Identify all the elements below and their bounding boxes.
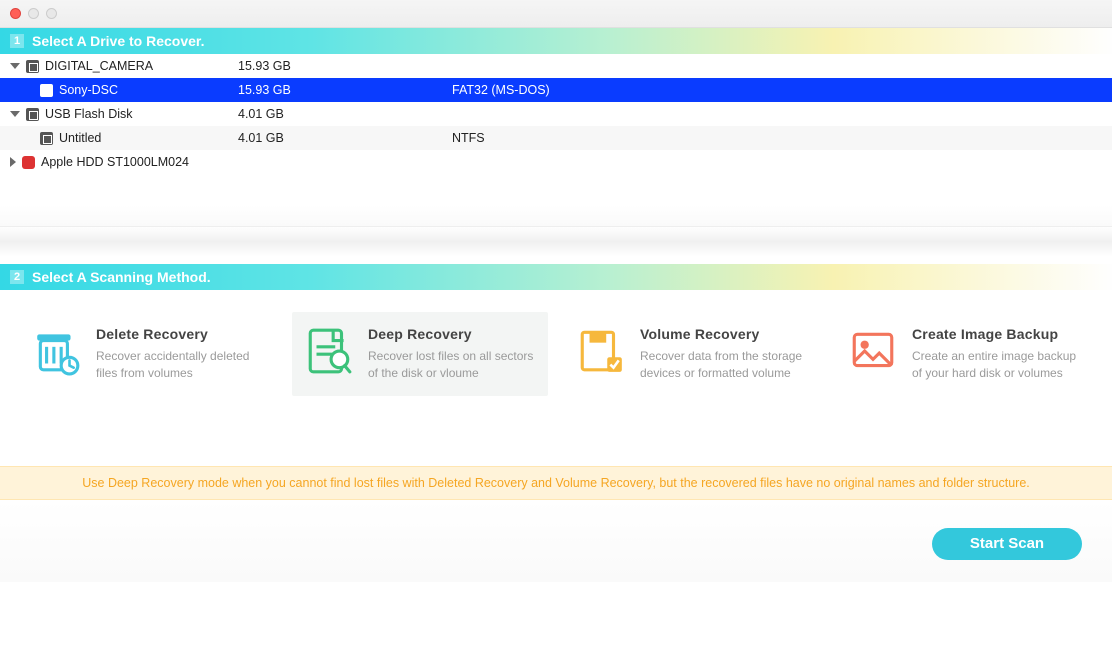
caret-down-icon[interactable] xyxy=(10,63,20,69)
drive-filesystem: FAT32 (MS-DOS) xyxy=(452,83,1112,97)
usb-drive-icon xyxy=(26,60,39,73)
drive-size: 4.01 GB xyxy=(238,107,452,121)
method-card-delete[interactable]: Delete Recovery Recover accidentally dele… xyxy=(20,312,276,396)
drive-size: 4.01 GB xyxy=(238,131,452,145)
deep-recovery-icon xyxy=(304,326,354,376)
drive-partition-row[interactable]: Sony-DSC 15.93 GBFAT32 (MS-DOS) xyxy=(0,78,1112,102)
method-card-volume[interactable]: Volume Recovery Recover data from the sto… xyxy=(564,312,820,396)
section1-title: Select A Drive to Recover. xyxy=(32,33,204,49)
hdd-icon xyxy=(22,156,35,169)
usb-drive-icon xyxy=(40,84,53,97)
mac-titlebar xyxy=(0,0,1112,28)
method-desc: Recover data from the storage devices or… xyxy=(640,348,808,382)
section1-header: 1 Select A Drive to Recover. xyxy=(0,28,1112,54)
drive-size: 15.93 GB xyxy=(238,59,452,73)
spacer-a xyxy=(0,174,1112,226)
method-title: Delete Recovery xyxy=(96,326,264,342)
window-zoom-dot xyxy=(46,8,57,19)
delete-recovery-icon xyxy=(32,326,82,376)
section1-step-badge: 1 xyxy=(10,34,24,48)
drive-name: Apple HDD ST1000LM024 xyxy=(41,155,189,169)
caret-right-icon[interactable] xyxy=(10,157,16,167)
usb-drive-icon xyxy=(40,132,53,145)
drive-filesystem: NTFS xyxy=(452,131,1112,145)
drive-partition-row[interactable]: Untitled 4.01 GBNTFS xyxy=(0,126,1112,150)
spacer-b xyxy=(0,226,1112,264)
drive-name: Sony-DSC xyxy=(59,83,118,97)
section2-title: Select A Scanning Method. xyxy=(32,269,211,285)
method-title: Volume Recovery xyxy=(640,326,808,342)
method-desc: Recover accidentally deleted files from … xyxy=(96,348,264,382)
method-card-image[interactable]: Create Image Backup Create an entire imag… xyxy=(836,312,1092,396)
section2-header: 2 Select A Scanning Method. xyxy=(0,264,1112,290)
method-desc: Create an entire image backup of your ha… xyxy=(912,348,1080,382)
drive-name: USB Flash Disk xyxy=(45,107,133,121)
drive-device-row[interactable]: Apple HDD ST1000LM024 xyxy=(0,150,1112,174)
bottom-bar: Start Scan xyxy=(0,500,1112,582)
drive-name: Untitled xyxy=(59,131,101,145)
drive-device-row[interactable]: USB Flash Disk 4.01 GB xyxy=(0,102,1112,126)
window-close-dot[interactable] xyxy=(10,8,21,19)
method-card-deep[interactable]: Deep Recovery Recover lost files on all s… xyxy=(292,312,548,396)
window-minimize-dot xyxy=(28,8,39,19)
method-title: Create Image Backup xyxy=(912,326,1080,342)
hint-bar: Use Deep Recovery mode when you cannot f… xyxy=(0,466,1112,500)
scan-methods: Delete Recovery Recover accidentally dele… xyxy=(0,290,1112,426)
method-title: Deep Recovery xyxy=(368,326,536,342)
drive-device-row[interactable]: DIGITAL_CAMERA 15.93 GB xyxy=(0,54,1112,78)
caret-down-icon[interactable] xyxy=(10,111,20,117)
section2-step-badge: 2 xyxy=(10,270,24,284)
drive-list: DIGITAL_CAMERA 15.93 GB Sony-DSC 15.93 GBFA… xyxy=(0,54,1112,174)
image-recovery-icon xyxy=(848,326,898,376)
usb-drive-icon xyxy=(26,108,39,121)
drive-size: 15.93 GB xyxy=(238,83,452,97)
drive-name: DIGITAL_CAMERA xyxy=(45,59,153,73)
method-desc: Recover lost files on all sectors of the… xyxy=(368,348,536,382)
start-scan-button[interactable]: Start Scan xyxy=(932,528,1082,560)
volume-recovery-icon xyxy=(576,326,626,376)
